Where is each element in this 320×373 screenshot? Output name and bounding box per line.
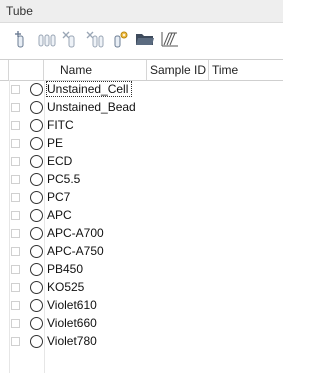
compensation-icon[interactable] [160,30,180,48]
tubes-icon[interactable] [36,30,56,48]
open-folder-icon[interactable] [135,30,155,48]
row-radio[interactable] [30,137,43,150]
row-checkbox[interactable] [11,175,20,184]
column-header-time[interactable]: Time [209,60,283,80]
table-row[interactable]: APC [0,207,283,225]
tube-name: Violet780 [47,334,97,348]
delete-tube-icon[interactable] [61,30,81,48]
row-radio[interactable] [30,155,43,168]
tube-name: Violet660 [47,316,97,330]
row-checkbox[interactable] [11,211,20,220]
row-checkbox[interactable] [11,157,20,166]
tube-name: PC7 [47,190,71,204]
tube-name: ECD [47,154,73,168]
tube-name: APC-A750 [47,244,104,258]
table-row[interactable]: PC5.5 [0,171,283,189]
table-row[interactable]: KO525 [0,279,283,297]
row-radio[interactable] [30,245,43,258]
row-checkbox[interactable] [11,337,20,346]
tube-name: APC [47,208,72,222]
table-row[interactable]: FITC [0,117,283,135]
table-row[interactable]: PE [0,135,283,153]
tube-list: Unstained_Cell Unstained_Bead FITC PE EC… [0,81,283,351]
table-header: Name Sample ID Time [0,60,283,81]
row-radio[interactable] [30,263,43,276]
tube-name: KO525 [47,280,85,294]
row-checkbox[interactable] [11,121,20,130]
add-tube-icon[interactable] [12,30,32,48]
table-row[interactable]: PC7 [0,189,283,207]
delete-all-tubes-icon[interactable] [86,30,106,48]
table-row[interactable]: Violet660 [0,315,283,333]
row-radio[interactable] [30,119,43,132]
tube-name: PB450 [47,262,84,276]
row-checkbox[interactable] [11,229,20,238]
row-radio[interactable] [30,173,43,186]
table-row[interactable]: APC-A750 [0,243,283,261]
row-radio[interactable] [30,83,43,96]
tube-name: PC5.5 [47,172,81,186]
row-radio[interactable] [30,317,43,330]
row-checkbox[interactable] [11,139,20,148]
tube-name: Unstained_Cell [45,81,133,97]
header-blank [0,60,9,80]
row-checkbox[interactable] [11,85,20,94]
row-checkbox[interactable] [11,319,20,328]
row-radio[interactable] [30,335,43,348]
column-header-name[interactable]: Name [44,60,147,80]
table-row[interactable]: APC-A700 [0,225,283,243]
tube-settings-icon[interactable] [110,30,130,48]
row-checkbox[interactable] [11,283,20,292]
table-row[interactable]: Violet610 [0,297,283,315]
row-checkbox[interactable] [11,193,20,202]
tube-name: FITC [47,118,74,132]
panel-title: Tube [6,4,33,18]
row-radio[interactable] [30,101,43,114]
table-row[interactable]: PB450 [0,261,283,279]
tube-table: Name Sample ID Time Unstained_Cell Unsta… [0,59,283,373]
tube-toolbar [0,23,283,55]
header-select [9,60,44,80]
tube-panel-header: Tube [0,0,283,23]
row-checkbox[interactable] [11,247,20,256]
row-checkbox[interactable] [11,301,20,310]
row-radio[interactable] [30,209,43,222]
table-row[interactable]: ECD [0,153,283,171]
table-row[interactable]: Unstained_Bead [0,99,283,117]
row-checkbox[interactable] [11,265,20,274]
tube-name: PE [47,136,64,150]
table-row[interactable]: Unstained_Cell [0,81,283,99]
row-checkbox[interactable] [11,103,20,112]
row-radio[interactable] [30,227,43,240]
row-radio[interactable] [30,191,43,204]
tube-name: Violet610 [47,298,97,312]
table-row[interactable]: Violet780 [0,333,283,351]
column-header-sample-id[interactable]: Sample ID [147,60,209,80]
row-radio[interactable] [30,299,43,312]
tube-name: APC-A700 [47,226,104,240]
row-radio[interactable] [30,281,43,294]
tube-name: Unstained_Bead [47,100,136,114]
